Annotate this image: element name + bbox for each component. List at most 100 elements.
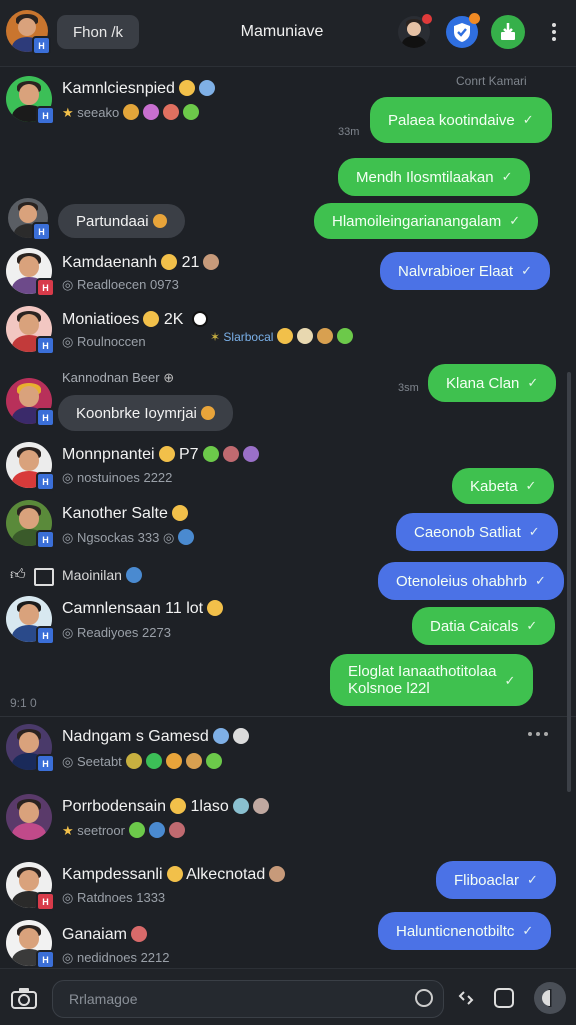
- back-chip[interactable]: Fhon /k: [57, 15, 139, 49]
- check-icon: ✓: [521, 263, 532, 278]
- contact-subtitle: ◎ nedidnoes 2212: [62, 950, 170, 965]
- contact-subtitle: ◎ Seetabt: [62, 753, 222, 770]
- globe-emoji-icon: [198, 80, 215, 96]
- emoji-icon[interactable]: [415, 989, 433, 1007]
- message-input[interactable]: Rrlamagoe: [52, 980, 444, 1018]
- contact-name: Kamnlciesnpied: [62, 80, 215, 98]
- profile-avatar[interactable]: H: [6, 10, 51, 55]
- message-bubble[interactable]: Palaea kootindaive ✓: [370, 97, 552, 143]
- star-icon: ★: [62, 105, 74, 120]
- avatar[interactable]: H: [6, 596, 55, 645]
- badge-icon: H: [32, 222, 51, 241]
- contact-name: Kampdessanli Alkecnotad: [62, 866, 286, 884]
- avatar[interactable]: H: [6, 920, 55, 969]
- contact-subtitle: ◎ Readloecen 0973: [62, 277, 179, 292]
- smile-emoji-icon: [178, 80, 195, 96]
- check-icon: ✓: [501, 169, 513, 184]
- message-bubble[interactable]: Klana Clan ✓: [428, 364, 557, 402]
- avatar[interactable]: H: [8, 198, 51, 241]
- contact-name: Porrbodensain 1laso: [62, 798, 269, 816]
- contact-subtitle: ★ seetroor: [62, 822, 185, 839]
- thumbs-up-icon[interactable]: 👍︎: [10, 566, 26, 584]
- top-right-note: Conrt Kamari: [456, 74, 527, 88]
- contact-name: Nadngam s Gamesd: [62, 728, 249, 746]
- contact-name: Maoinilan: [62, 567, 142, 583]
- badge-icon: H: [36, 336, 55, 355]
- badge-icon: H: [36, 472, 55, 491]
- avatar[interactable]: [6, 794, 52, 840]
- shield-icon[interactable]: [446, 13, 480, 48]
- more-vertical-icon[interactable]: [546, 20, 562, 44]
- message-bubble[interactable]: Otenoleius ohabhrb ✓: [378, 562, 564, 600]
- message-bubble[interactable]: Mendh Ilosmtilaakan ✓: [338, 158, 531, 196]
- check-icon: ✓: [527, 872, 538, 887]
- link-icon[interactable]: [456, 988, 476, 1008]
- incoming-message-bubble[interactable]: Partundaai: [58, 204, 185, 238]
- badge-icon: H: [36, 950, 55, 969]
- message-time: 3sm: [398, 382, 419, 394]
- message-bubble[interactable]: Fliboaclar ✓: [436, 861, 556, 899]
- contact-subtitle: ◎ Roulnoccen: [62, 334, 146, 349]
- contact-name: Moniatioes 2K: [62, 311, 208, 329]
- contact-name: Camnlensaan 11 lot: [62, 600, 224, 618]
- incoming-message-bubble[interactable]: Koonbrke Ioymrjai: [58, 395, 233, 431]
- contact-name: Monnpnantei P7: [62, 446, 259, 464]
- divider-label: 9:1 0: [10, 696, 37, 710]
- check-icon: ✓: [525, 478, 537, 493]
- contact-subtitle: ◎ Ngsockas 333 ◎: [62, 529, 195, 546]
- more-horizontal-icon[interactable]: [526, 726, 550, 736]
- alert-dot-icon: [469, 13, 480, 24]
- check-icon: ✓: [522, 112, 534, 127]
- attachment-icon[interactable]: [494, 988, 514, 1008]
- message-bubble[interactable]: Halunticnenotbiltc ✓: [378, 912, 552, 950]
- avatar[interactable]: H: [6, 500, 55, 549]
- check-icon: ✓: [526, 618, 538, 633]
- contact-name: Kamdaenanh 21: [62, 254, 220, 272]
- send-icon[interactable]: [534, 982, 566, 1014]
- message-bubble[interactable]: Eloglat Ianaathotitolaa Kolsnoe l22l ✓: [330, 654, 534, 706]
- contact-avatar[interactable]: [398, 14, 432, 48]
- check-icon: ✓: [522, 923, 534, 938]
- profile-badge-icon: H: [32, 36, 51, 55]
- download-icon[interactable]: [491, 15, 525, 49]
- avatar[interactable]: H: [6, 378, 55, 427]
- page-title: Mamuniave: [240, 23, 324, 40]
- message-time: 33m: [338, 126, 360, 138]
- contact-subtitle: ◎ Readiyoes 2273: [62, 625, 171, 640]
- check-icon: ✓: [528, 524, 540, 539]
- avatar[interactable]: H: [6, 76, 55, 125]
- contact-name: Ganaiam: [62, 926, 147, 944]
- check-icon: ✓: [527, 375, 539, 390]
- section-divider: [0, 716, 576, 717]
- contact-subtitle: ★ seeako: [62, 104, 200, 121]
- avatar[interactable]: H: [6, 248, 55, 297]
- badge-icon: H: [36, 626, 55, 645]
- card-icon: [34, 568, 54, 586]
- message-bubble[interactable]: Datia Caicals ✓: [412, 607, 556, 645]
- contact-subtitle: ◎ Ratdnoes 1333: [62, 890, 166, 905]
- avatar[interactable]: H: [6, 442, 55, 491]
- message-bubble[interactable]: Nalvrabioer Elaat ✓: [380, 252, 550, 290]
- avatar[interactable]: H: [6, 862, 55, 911]
- contact-name: Kannodnan Beer ⊕: [62, 370, 175, 385]
- badge-icon: H: [36, 530, 55, 549]
- message-bubble[interactable]: Kabeta ✓: [452, 468, 555, 504]
- notification-dot-icon: [422, 14, 432, 24]
- contact-name: Kanother Salte: [62, 505, 188, 523]
- message-bubble[interactable]: Caeonob Satliat ✓: [396, 513, 558, 551]
- badge-icon: H: [36, 892, 55, 911]
- badge-icon: H: [36, 278, 55, 297]
- camera-icon[interactable]: [10, 986, 38, 1010]
- check-icon: ✓: [534, 573, 546, 588]
- contact-subtitle: ◎ nostuinoes 2222: [62, 470, 173, 485]
- avatar[interactable]: H: [6, 306, 55, 355]
- badge-icon: H: [36, 408, 55, 427]
- check-icon: ✓: [509, 213, 521, 228]
- scrollbar[interactable]: [567, 372, 571, 792]
- message-bubble[interactable]: Hlamoileingarianangalam ✓: [314, 203, 539, 239]
- badge-icon: H: [36, 106, 55, 125]
- side-label: ✶ Slarbocal: [210, 328, 354, 344]
- avatar[interactable]: H: [6, 724, 55, 773]
- check-icon: ✓: [504, 672, 516, 688]
- badge-icon: H: [36, 754, 55, 773]
